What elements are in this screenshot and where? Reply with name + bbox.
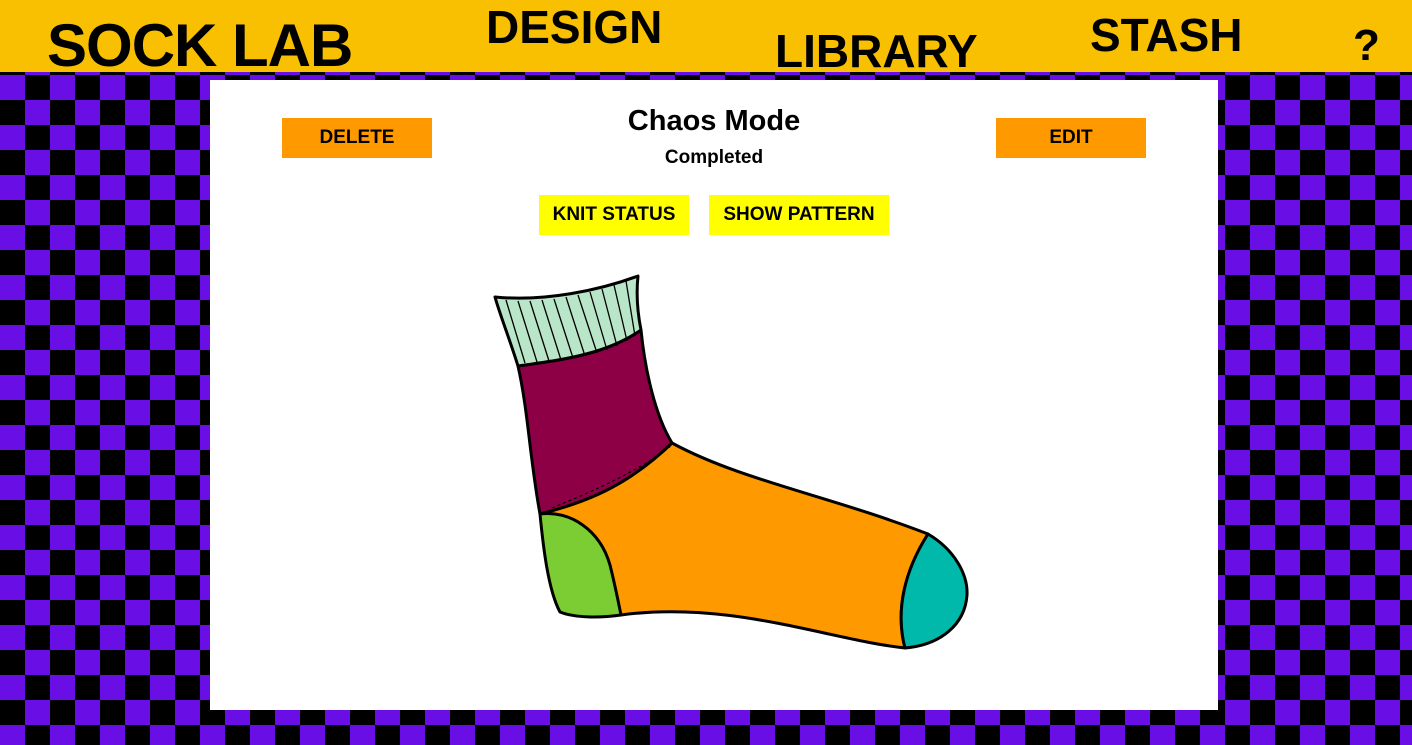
app-logo[interactable]: SOCK LAB: [47, 16, 353, 73]
nav-stash-link[interactable]: STASH: [1090, 12, 1243, 58]
nav-library-link[interactable]: LIBRARY: [775, 28, 978, 72]
sock-preview-area: [210, 80, 1218, 710]
help-icon[interactable]: ?: [1353, 24, 1380, 68]
sock-illustration: [493, 274, 969, 650]
design-detail-card: DELETE Chaos Mode Completed EDIT KNIT ST…: [210, 80, 1218, 710]
nav-design-link[interactable]: DESIGN: [486, 4, 662, 50]
top-nav-bar: SOCK LAB DESIGN LIBRARY STASH ?: [0, 0, 1412, 72]
